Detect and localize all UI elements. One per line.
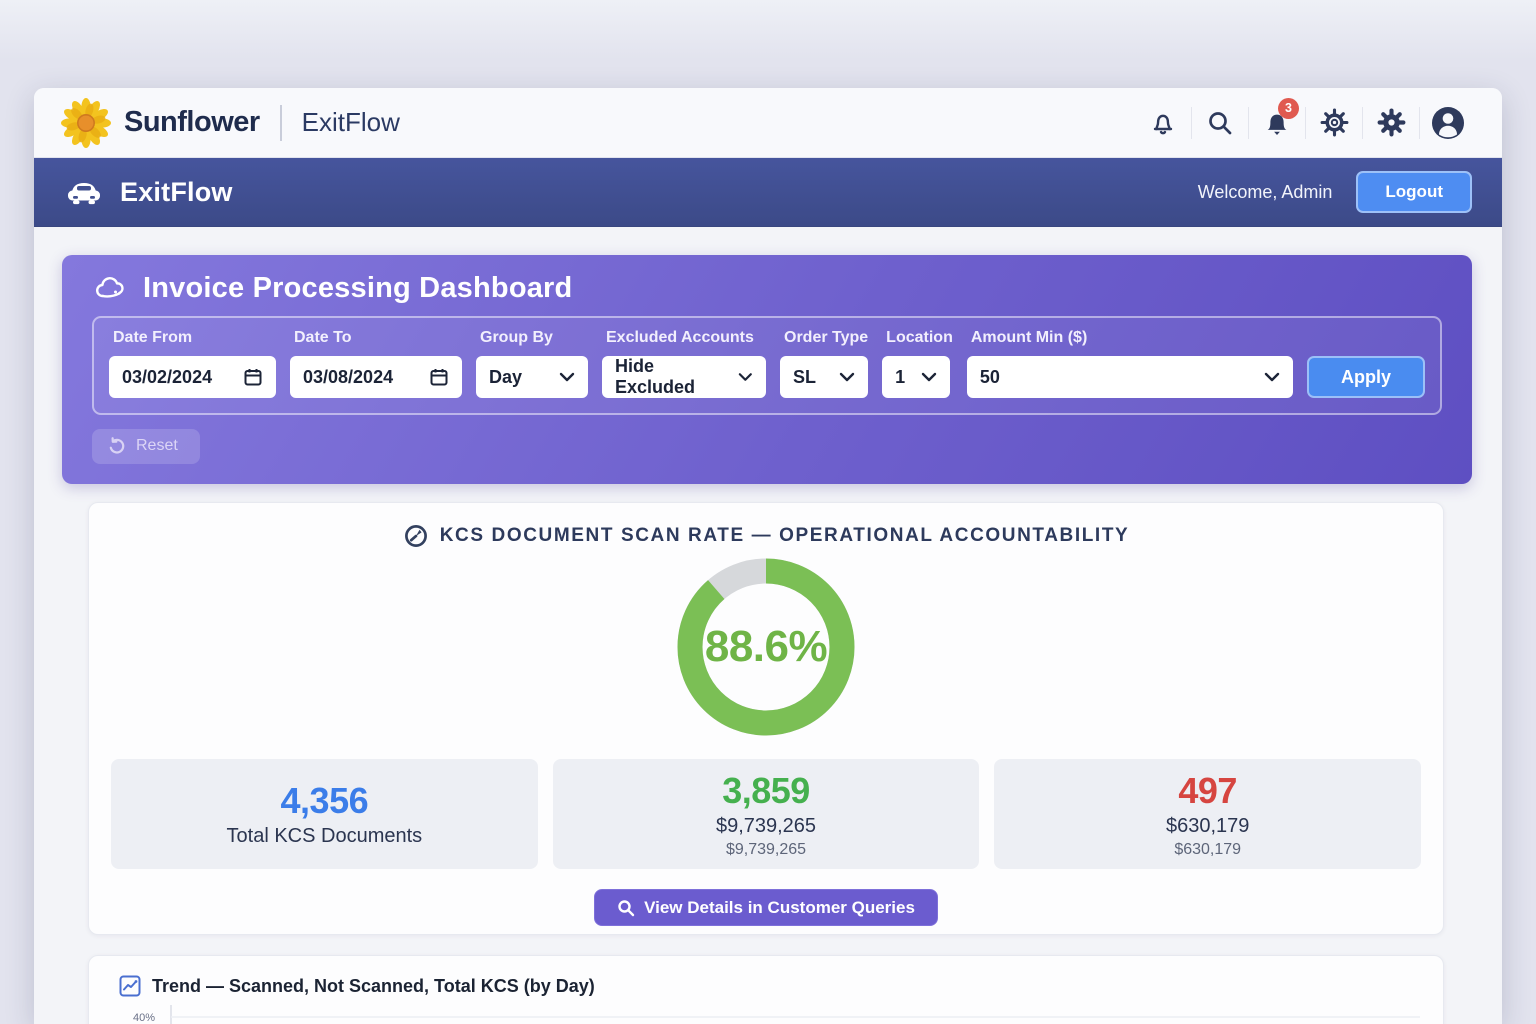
location-select[interactable]: 1 (882, 356, 950, 398)
stat-value: 497 (1178, 770, 1237, 812)
settings-gear-icon[interactable] (1306, 101, 1362, 145)
filter-location: Location 1 (882, 329, 953, 398)
scan-rate-card: KCS DOCUMENT SCAN RATE — OPERATIONAL ACC… (88, 502, 1444, 935)
brand-name: Sunflower (124, 106, 260, 139)
location-value: 1 (895, 367, 905, 388)
chevron-down-icon (559, 372, 575, 382)
stat-card-scanned: 3,859 $9,739,265 $9,739,265 (553, 759, 980, 869)
date-from-label: Date From (109, 329, 276, 347)
filter-group-by: Group By Day (476, 329, 588, 398)
filter-apply: Apply (1307, 329, 1425, 398)
view-details-button[interactable]: View Details in Customer Queries (594, 889, 938, 926)
amount-min-label: Amount Min ($) (967, 329, 1293, 347)
cloud-icon (94, 275, 128, 302)
app-window: Sunflower ExitFlow (34, 88, 1502, 1024)
logout-button[interactable]: Logout (1356, 171, 1472, 213)
date-from-value: 03/02/2024 (122, 367, 212, 388)
search-icon[interactable] (1192, 101, 1248, 145)
chevron-down-icon (1264, 372, 1280, 382)
filter-panel: Invoice Processing Dashboard Date From 0… (62, 255, 1472, 484)
reset-button[interactable]: Reset (92, 429, 200, 464)
stats-row: 4,356 Total KCS Documents 3,859 $9,739,2… (89, 759, 1443, 869)
order-type-value: SL (793, 367, 816, 388)
order-type-select[interactable]: SL (780, 356, 868, 398)
filter-amount-min: Amount Min ($) 50 (967, 329, 1293, 398)
product-name: ExitFlow (302, 107, 400, 138)
date-to-value: 03/08/2024 (303, 367, 393, 388)
filter-excluded-accounts: Excluded Accounts Hide Excluded (602, 329, 766, 398)
group-by-value: Day (489, 367, 522, 388)
scan-rate-heading: KCS DOCUMENT SCAN RATE — OPERATIONAL ACC… (89, 503, 1443, 549)
stat-amount-secondary: $630,179 (1174, 841, 1241, 859)
stat-value: 4,356 (281, 780, 369, 822)
date-to-label: Date To (290, 329, 462, 347)
user-avatar[interactable] (1420, 101, 1476, 145)
view-details-label: View Details in Customer Queries (644, 898, 915, 918)
reset-icon (108, 437, 126, 455)
search-icon (617, 899, 635, 917)
stat-amount: $9,739,265 (716, 815, 816, 838)
bell-icon[interactable] (1135, 101, 1191, 145)
trend-y-tick: 40% (133, 1012, 155, 1024)
stat-label: Total KCS Documents (227, 825, 423, 848)
topbar-icons: 3 (1135, 101, 1476, 145)
trend-title: Trend — Scanned, Not Scanned, Total KCS … (152, 976, 595, 997)
apply-spacer (1307, 329, 1425, 347)
trend-heading: Trend — Scanned, Not Scanned, Total KCS … (89, 956, 1443, 997)
stat-card-not-scanned: 497 $630,179 $630,179 (994, 759, 1421, 869)
group-by-select[interactable]: Day (476, 356, 588, 398)
gauge-icon (403, 523, 429, 549)
stat-value: 3,859 (722, 770, 810, 812)
reset-label: Reset (136, 437, 178, 455)
excluded-accounts-label: Excluded Accounts (602, 329, 766, 347)
group-by-label: Group By (476, 329, 588, 347)
order-type-label: Order Type (780, 329, 868, 347)
notification-badge: 3 (1278, 98, 1299, 119)
amount-min-select[interactable]: 50 (967, 356, 1293, 398)
welcome-text: Welcome, Admin (1198, 182, 1333, 203)
filter-bar: Date From 03/02/2024 Date To 03/08/2024 (92, 316, 1442, 415)
excluded-accounts-value: Hide Excluded (615, 356, 728, 398)
calendar-icon (243, 367, 263, 387)
filter-date-from: Date From 03/02/2024 (109, 329, 276, 398)
admin-gear-icon[interactable] (1363, 101, 1419, 145)
panel-title-row: Invoice Processing Dashboard (62, 255, 1472, 316)
location-label: Location (882, 329, 953, 347)
chevron-down-icon (921, 372, 937, 382)
calendar-icon (429, 367, 449, 387)
excluded-accounts-select[interactable]: Hide Excluded (602, 356, 766, 398)
trend-card: Trend — Scanned, Not Scanned, Total KCS … (88, 955, 1444, 1024)
stat-amount: $630,179 (1166, 815, 1249, 838)
brand-divider (280, 105, 282, 141)
car-icon (64, 176, 104, 208)
brand: Sunflower (60, 97, 260, 149)
nav-app-title: ExitFlow (120, 177, 233, 208)
page-title: Invoice Processing Dashboard (143, 272, 572, 305)
date-to-input[interactable]: 03/08/2024 (290, 356, 462, 398)
app-navbar: ExitFlow Welcome, Admin Logout (34, 158, 1502, 227)
chevron-down-icon (738, 372, 753, 382)
stat-amount-secondary: $9,739,265 (726, 841, 806, 859)
amount-min-value: 50 (980, 367, 1000, 388)
top-header: Sunflower ExitFlow (34, 88, 1502, 158)
filter-order-type: Order Type SL (780, 329, 868, 398)
scan-rate-donut: 88.6% (676, 557, 856, 737)
donut-center-label: 88.6% (676, 557, 856, 737)
stat-card-total: 4,356 Total KCS Documents (111, 759, 538, 869)
filter-date-to: Date To 03/08/2024 (290, 329, 462, 398)
line-chart-icon (119, 975, 141, 997)
notifications-bell-icon[interactable]: 3 (1249, 101, 1305, 145)
trend-chart-canvas: 40% (115, 1005, 1425, 1024)
scan-rate-title: KCS DOCUMENT SCAN RATE — OPERATIONAL ACC… (440, 525, 1130, 547)
date-from-input[interactable]: 03/02/2024 (109, 356, 276, 398)
chevron-down-icon (839, 372, 855, 382)
apply-button[interactable]: Apply (1307, 356, 1425, 398)
sunflower-logo-icon (60, 97, 112, 149)
